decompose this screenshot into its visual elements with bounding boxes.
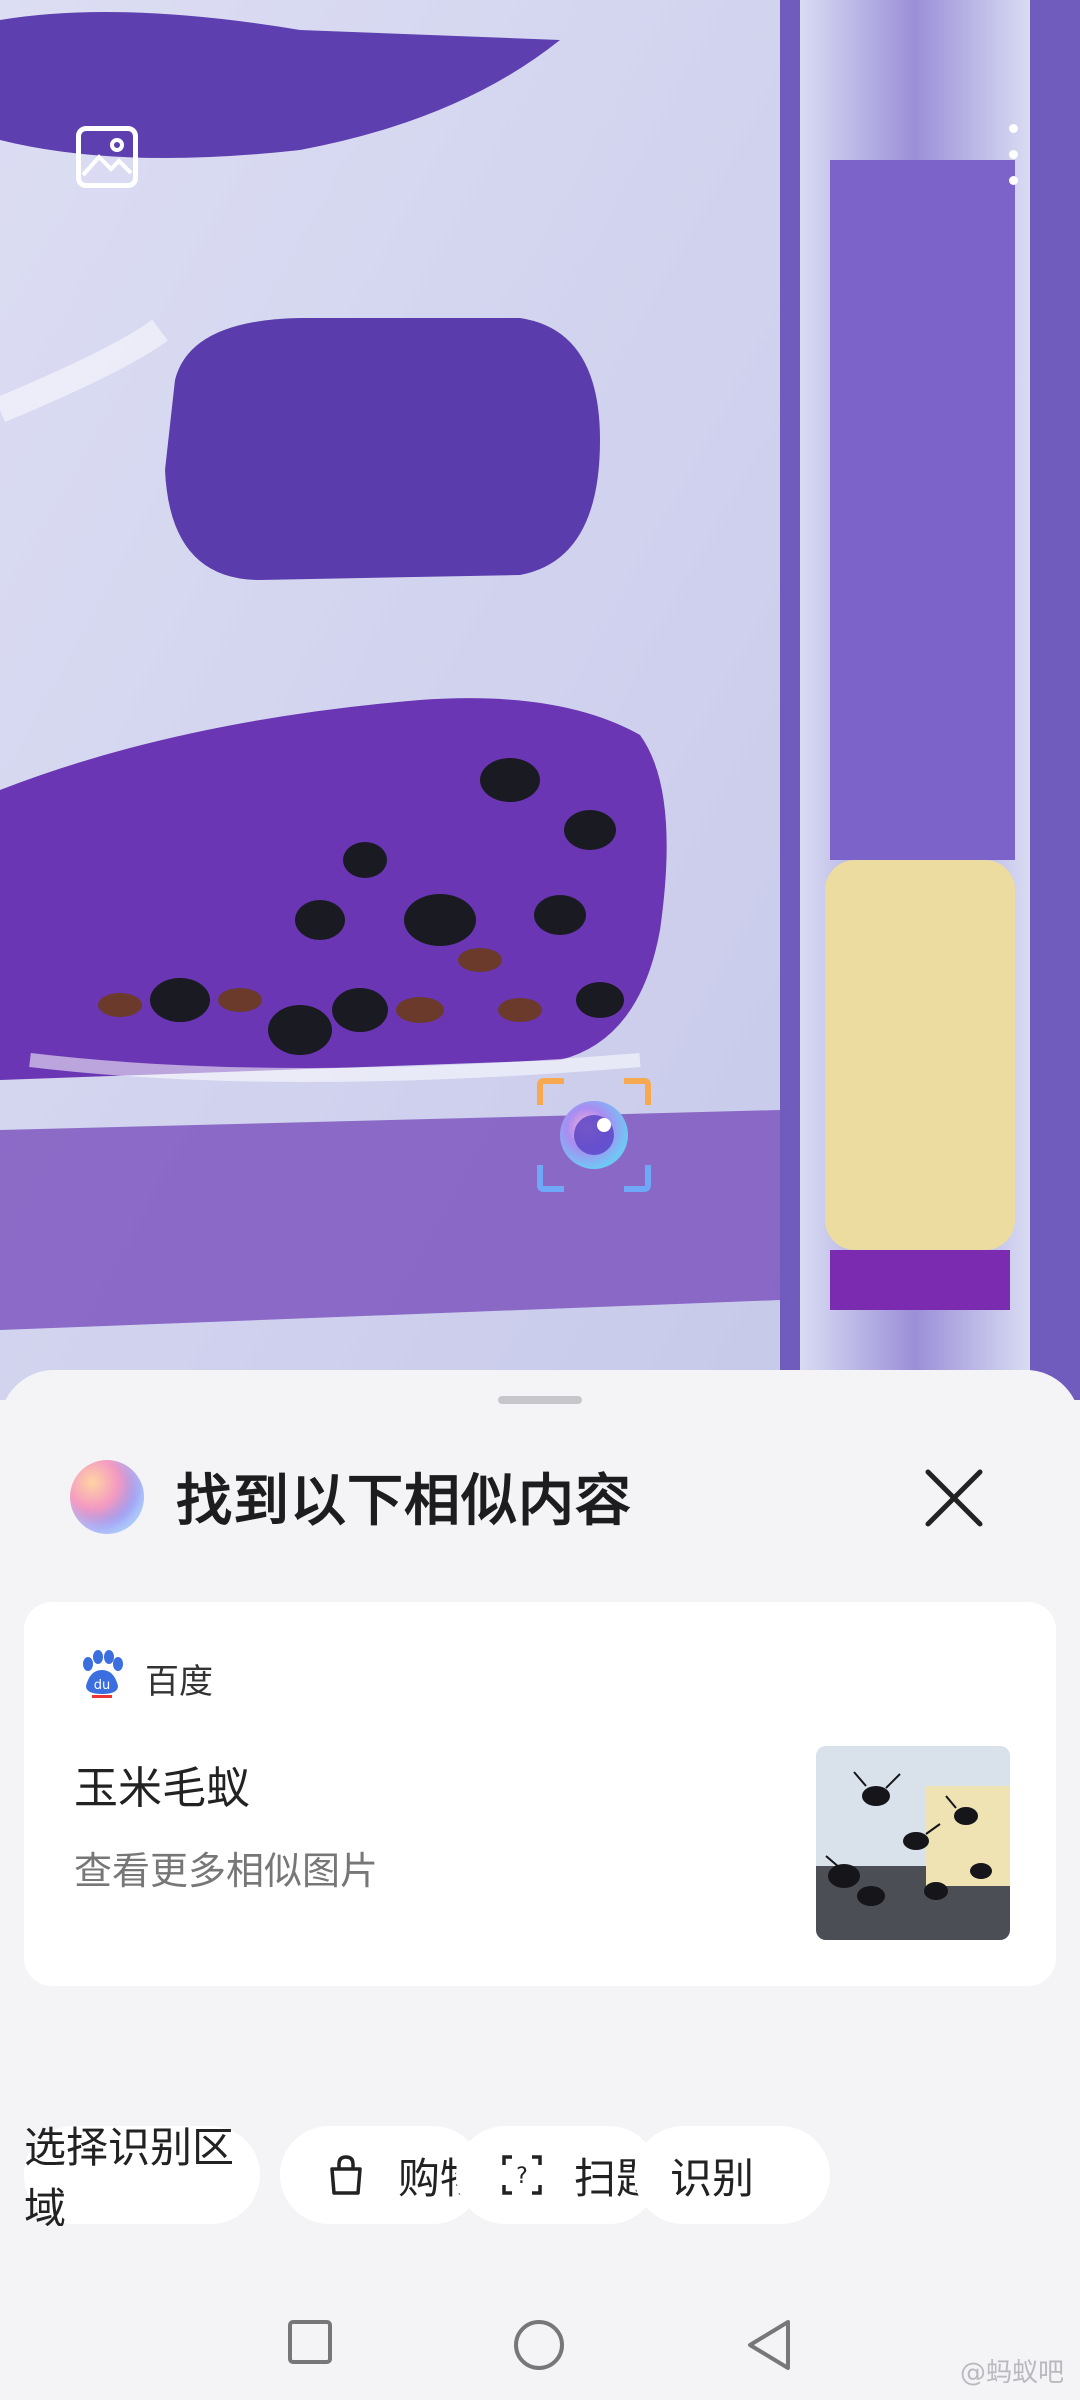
close-icon	[925, 1469, 983, 1527]
circle-home-icon	[514, 2320, 564, 2370]
result-card[interactable]: du 百度 玉米毛蚁 查看更多相似图片	[24, 1602, 1056, 1986]
close-button[interactable]	[914, 1458, 994, 1538]
home-button[interactable]	[512, 2318, 566, 2376]
gallery-icon[interactable]	[76, 126, 138, 188]
result-title[interactable]: 玉米毛蚁	[74, 1752, 250, 1816]
result-thumbnail[interactable]	[816, 1746, 1010, 1940]
baidu-paw-icon: du	[78, 1650, 124, 1698]
more-vertical-icon[interactable]	[1006, 124, 1020, 194]
system-nav-bar	[0, 2290, 1080, 2400]
watermark: @蚂蚁吧	[959, 2358, 1064, 2388]
sheet-title: 找到以下相似内容	[176, 1469, 632, 1534]
square-recent-icon	[288, 2320, 332, 2364]
recent-apps-button[interactable]	[286, 2318, 334, 2370]
triangle-back-icon	[748, 2320, 790, 2370]
camera-photo	[0, 0, 1080, 1400]
scan-question-chip[interactable]: ? 扫题	[456, 2126, 658, 2224]
svg-text:?: ?	[516, 2164, 528, 2189]
visual-search-lens-icon[interactable]	[534, 1075, 654, 1195]
identify-chip[interactable]: 识别	[634, 2126, 830, 2224]
action-chips: 选择识别区域 购物 ? 扫题 识别	[24, 2126, 1080, 2226]
chip-label: 选择识别区域	[24, 2126, 235, 2226]
svg-text:du: du	[94, 1678, 111, 1693]
scan-question-icon: ?	[502, 2155, 542, 2195]
shopping-bag-icon	[330, 2155, 362, 2195]
source-name: 百度	[145, 1662, 213, 1702]
ai-assistant-logo-icon	[70, 1460, 144, 1534]
results-sheet: 找到以下相似内容 du 百度 玉米毛蚁 查看更多相似图片 选择识别区域 购物 ?…	[0, 1370, 1080, 2400]
chip-label: 识别	[670, 2153, 755, 2203]
more-similar-link[interactable]: 查看更多相似图片	[74, 1840, 378, 1895]
select-region-chip[interactable]: 选择识别区域	[24, 2126, 260, 2226]
sheet-drag-handle[interactable]	[498, 1396, 582, 1404]
back-button[interactable]	[744, 2318, 794, 2376]
shopping-chip[interactable]: 购物	[280, 2126, 482, 2224]
